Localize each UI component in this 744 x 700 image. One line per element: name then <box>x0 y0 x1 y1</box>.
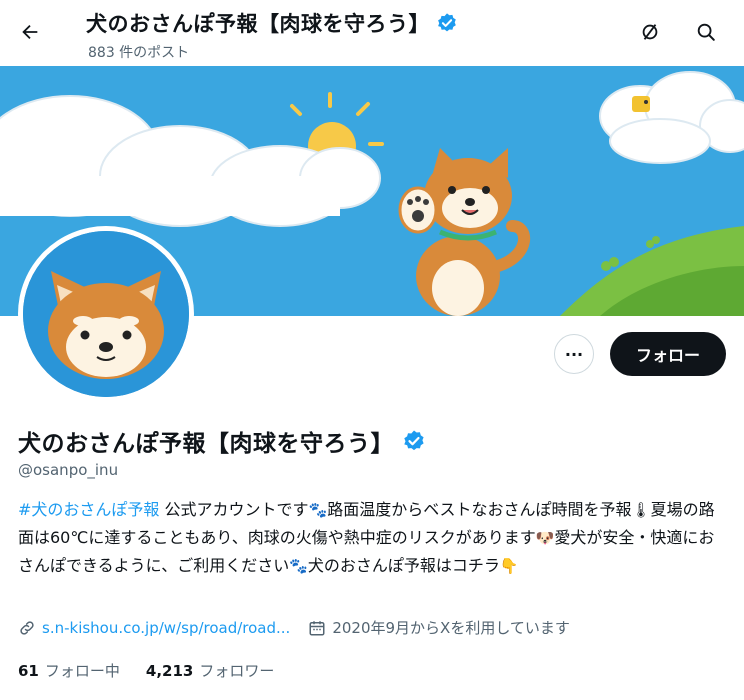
mute-button[interactable] <box>634 16 666 48</box>
profile-name-group: 犬のおさんぽ予報【肉球を守ろう】 <box>18 424 426 458</box>
top-bar: 犬のおさんぽ予報【肉球を守ろう】 883 件のポスト <box>0 0 744 66</box>
thermometer-icon: 🌡 <box>631 501 651 519</box>
following-stat[interactable]: 61 フォロー中 <box>18 660 120 681</box>
bio-text-1: 公式アカウントです <box>159 500 309 519</box>
back-arrow-icon <box>22 24 38 40</box>
header-title-group: 犬のおさんぽ予報【肉球を守ろう】 <box>86 8 458 38</box>
joined-item: 2020年9月からXを利用しています <box>308 617 570 638</box>
following-count: 61 <box>18 662 39 680</box>
search-icon <box>697 23 715 41</box>
shiba-face-icon <box>23 231 189 397</box>
website-item: s.n-kishou.co.jp/w/sp/road/road... <box>18 619 290 637</box>
joined-date: 2020年9月からXを利用しています <box>332 619 570 637</box>
paw-icon: 🐾 <box>308 501 328 519</box>
website-link[interactable]: s.n-kishou.co.jp/w/sp/road/road... <box>42 619 290 637</box>
profile-name: 犬のおさんぽ予報【肉球を守ろう】 <box>18 431 394 457</box>
profile-bio: #犬のおさんぽ予報 公式アカウントです🐾路面温度からベストなおさんぽ時間を予報🌡… <box>18 496 730 580</box>
bio-text-2: 路面温度からベストなおさんぽ時間を予報 <box>327 500 632 519</box>
bio-text-5: 犬のおさんぽ予報はコチラ <box>307 556 500 575</box>
search-button[interactable] <box>690 16 722 48</box>
avatar-image <box>23 231 189 397</box>
post-count: 883 件のポスト <box>88 45 190 61</box>
header-title: 犬のおさんぽ予報【肉球を守ろう】 <box>86 12 430 36</box>
point-down-icon: 👇 <box>499 557 519 575</box>
verified-badge-icon[interactable] <box>402 429 426 453</box>
followers-stat[interactable]: 4,213 フォロワー <box>146 660 274 681</box>
followers-label: フォロワー <box>199 662 275 680</box>
calendar-icon <box>309 620 325 635</box>
verified-badge-icon <box>438 13 456 32</box>
profile-avatar[interactable] <box>18 226 194 402</box>
dog-face-icon: 🐶 <box>535 529 555 547</box>
back-button[interactable] <box>14 16 46 48</box>
no-sign-icon <box>642 24 658 40</box>
link-icon <box>20 620 34 635</box>
following-label: フォロー中 <box>44 662 120 680</box>
bird-icon <box>632 96 650 112</box>
bio-hashtag-link[interactable]: #犬のおさんぽ予報 <box>18 500 159 519</box>
profile-meta: s.n-kishou.co.jp/w/sp/road/road... 2020年… <box>18 617 588 638</box>
paw-icon: 🐾 <box>289 557 308 575</box>
more-options-button[interactable]: ··· <box>554 334 594 374</box>
follow-stats: 61 フォロー中 4,213 フォロワー <box>18 660 300 681</box>
follow-button[interactable]: フォロー <box>610 332 726 376</box>
profile-handle: @osanpo_inu <box>18 461 119 479</box>
followers-count: 4,213 <box>145 662 194 680</box>
